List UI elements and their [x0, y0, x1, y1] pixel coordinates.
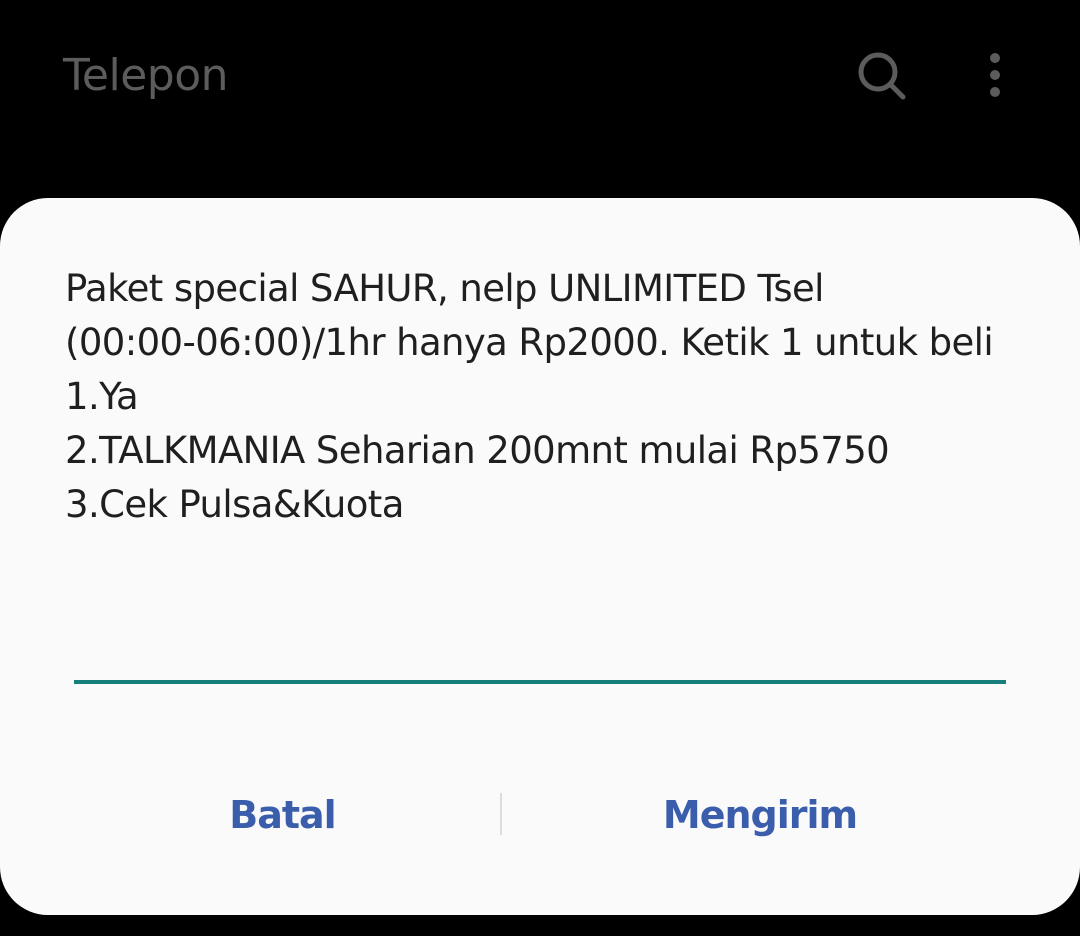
message-line: 3.Cek Pulsa&Kuota	[65, 483, 404, 526]
ussd-dialog: Paket special SAHUR, nelp UNLIMITED Tsel…	[0, 198, 1080, 915]
app-title: Telepon	[63, 50, 229, 101]
ussd-message: Paket special SAHUR, nelp UNLIMITED Tsel…	[65, 262, 1025, 532]
reply-input[interactable]	[74, 608, 1006, 684]
message-line: Paket special SAHUR, nelp UNLIMITED Tsel	[65, 267, 824, 310]
message-line: 2.TALKMANIA Seharian 200mnt mulai Rp5750	[65, 429, 890, 472]
phone-screen: Telepon Paket special SAHUR, nelp UNLIMI…	[0, 0, 1080, 936]
cancel-button[interactable]: Batal	[140, 782, 425, 848]
send-button[interactable]: Mengirim	[620, 782, 900, 848]
search-icon	[858, 52, 906, 100]
search-button[interactable]	[852, 44, 912, 104]
more-vertical-icon	[990, 53, 1000, 97]
message-line: 1.Ya	[65, 375, 139, 418]
button-divider	[500, 793, 502, 835]
app-bar: Telepon	[0, 0, 1080, 150]
message-line: (00:00-06:00)/1hr hanya Rp2000. Ketik 1 …	[65, 321, 994, 364]
more-options-button[interactable]	[970, 46, 1020, 106]
